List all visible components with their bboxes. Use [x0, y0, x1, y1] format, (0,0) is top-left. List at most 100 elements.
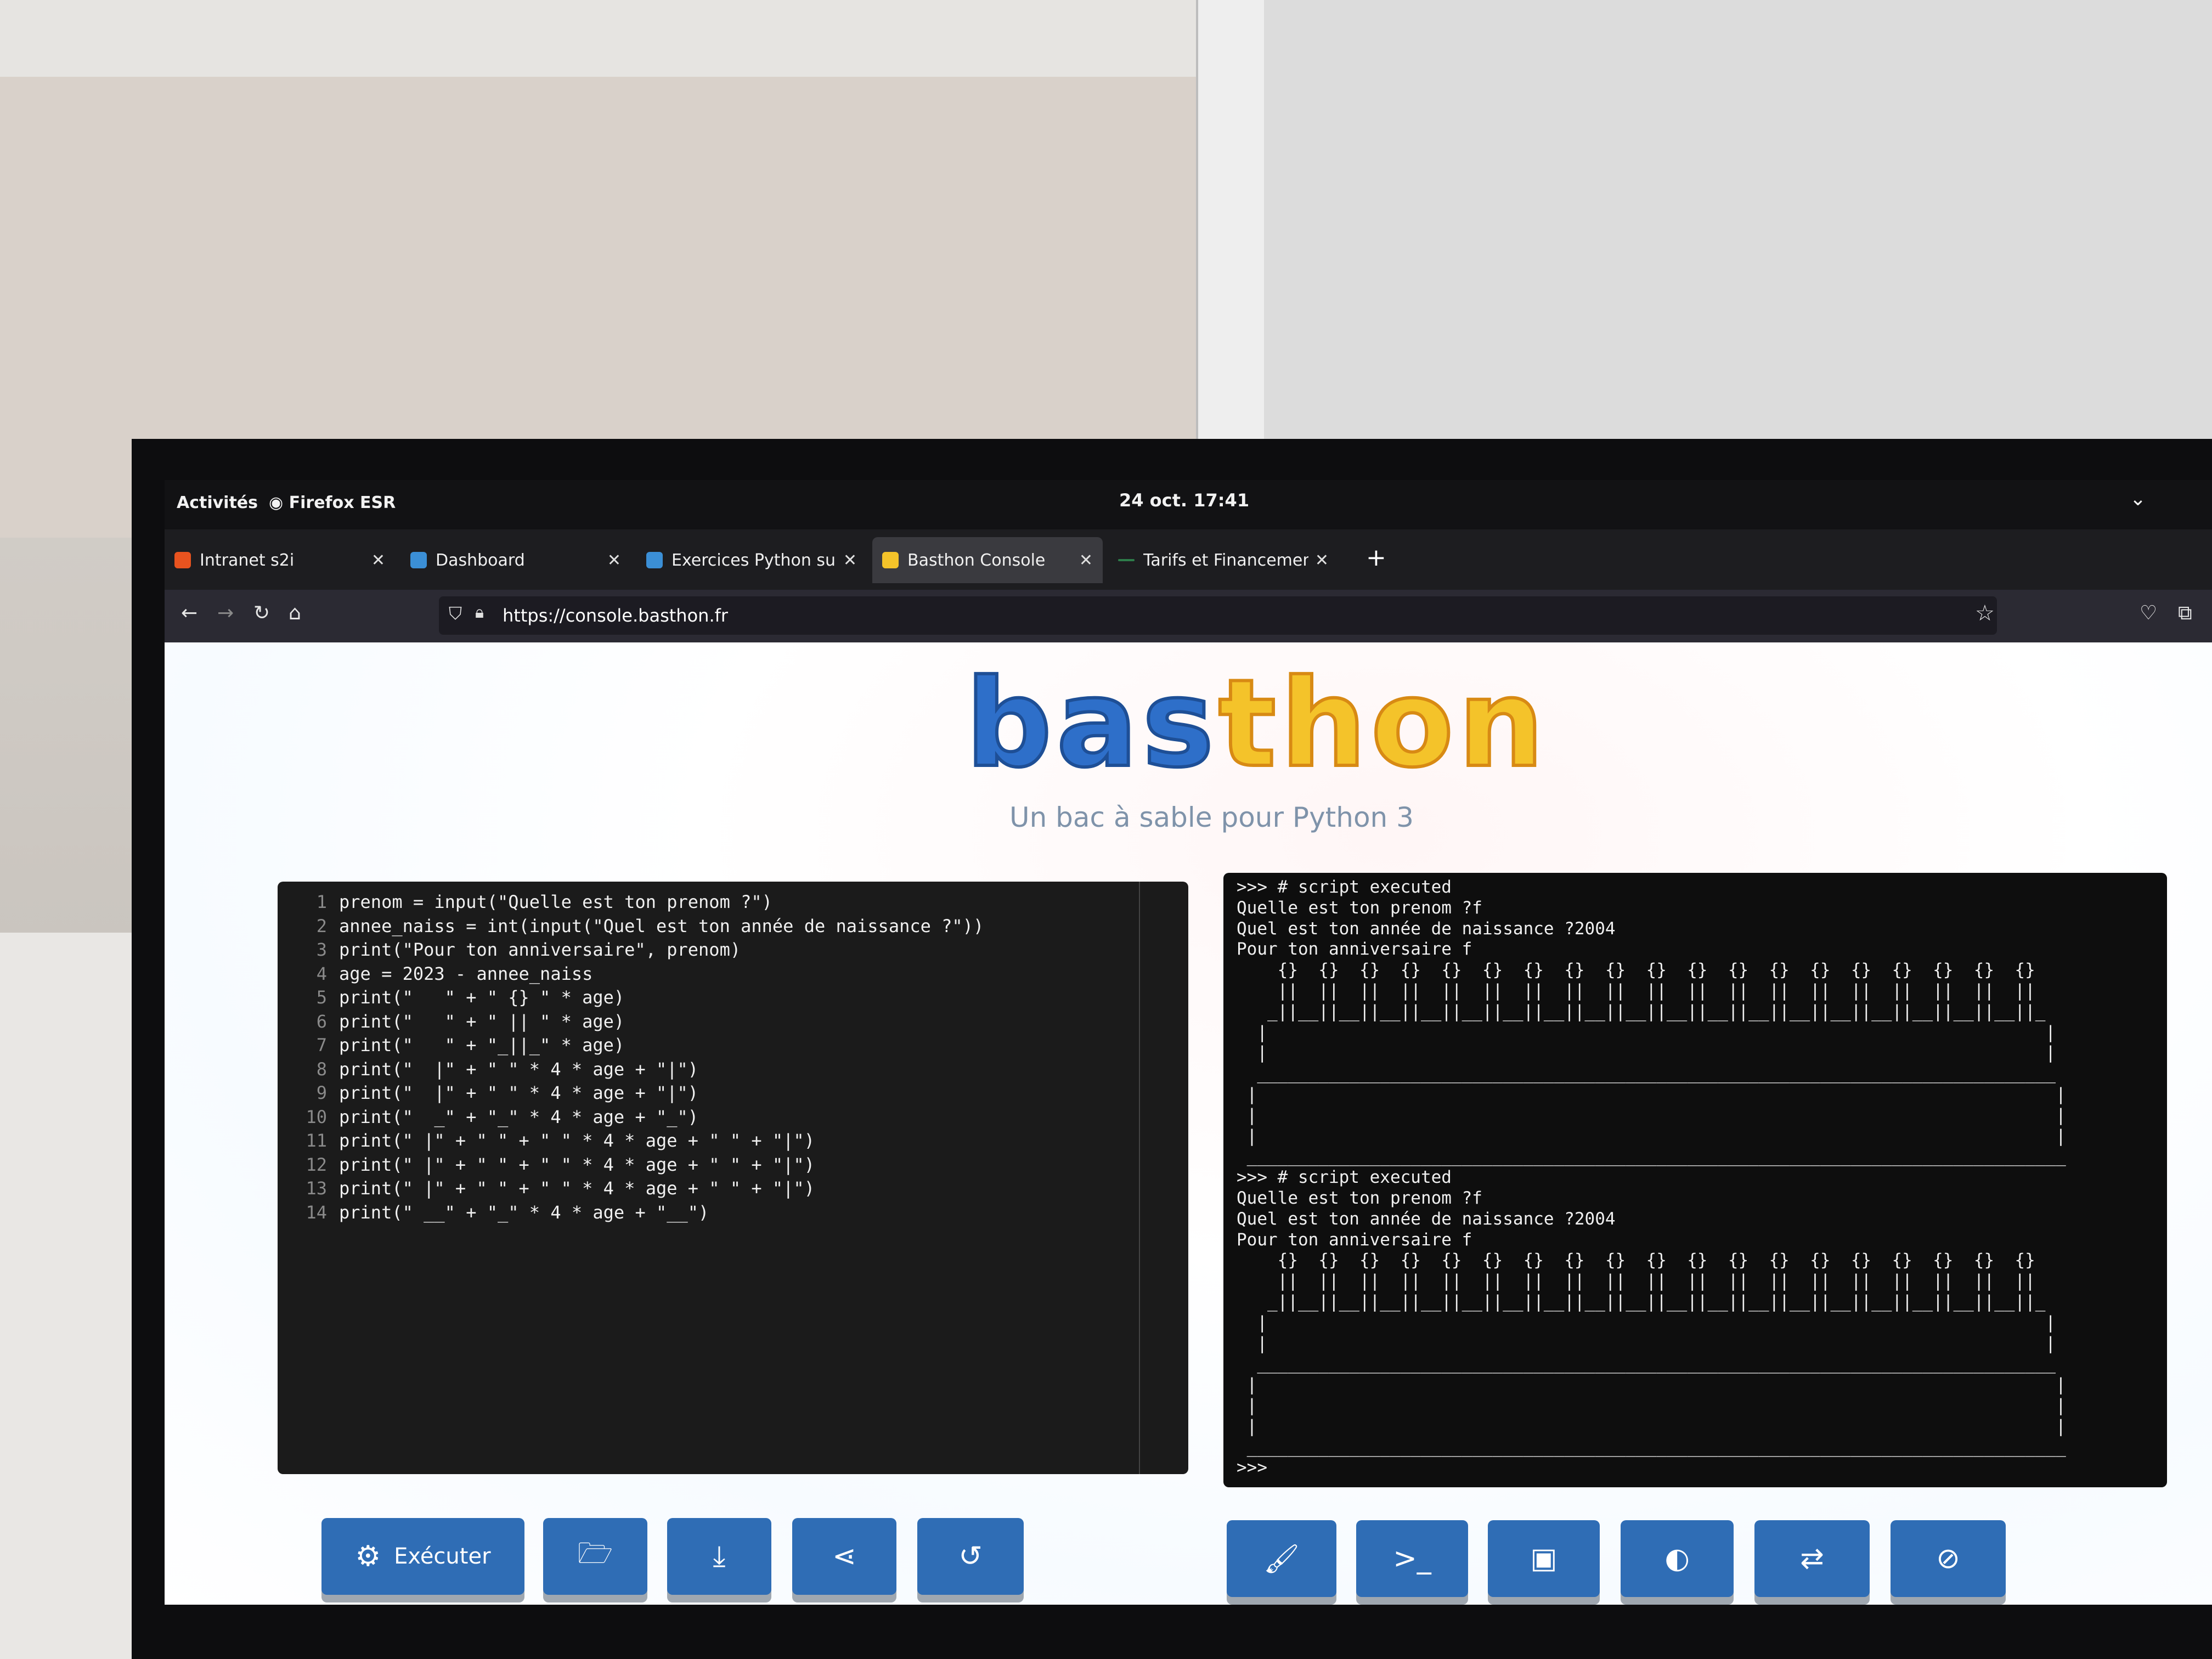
tab-exercices[interactable]: Exercices Python sur les v ✕ — [636, 537, 867, 583]
python-favicon-icon — [882, 552, 899, 568]
close-tab-icon[interactable]: ✕ — [1079, 551, 1093, 570]
close-tab-icon[interactable]: ✕ — [371, 551, 385, 570]
console-line: | | — [1237, 1312, 2056, 1333]
console-line: Quel est ton année de naissance ?2004 — [1237, 1209, 1616, 1229]
share-button[interactable]: ⋖ — [792, 1518, 896, 1595]
tab-basthon-console[interactable]: Basthon Console ✕ — [872, 537, 1103, 583]
console-line: | | — [1237, 1126, 2066, 1146]
console-line: | | — [1237, 1105, 2066, 1125]
bookmark-star-icon[interactable]: ☆ — [1975, 601, 1995, 626]
new-tab-icon[interactable]: + — [1366, 544, 1386, 572]
line-number: 6 — [316, 1011, 327, 1032]
system-menu-chevron-icon[interactable]: ⌄ — [2130, 488, 2146, 510]
console-line: ________________________________________… — [1237, 1064, 2056, 1084]
close-tab-icon[interactable]: ✕ — [607, 551, 621, 570]
console-line: >>> # script executed — [1237, 1167, 1452, 1188]
url-text[interactable]: https://console.basthon.fr — [503, 605, 728, 626]
code-text: print(" __" + "_" * 4 * age + "__") — [339, 1201, 709, 1223]
run-button[interactable]: ⚙ Exécuter — [321, 1518, 524, 1595]
console-line: Pour ton anniversaire f — [1237, 939, 1472, 960]
tab-tarifs[interactable]: Tarifs et Financements - E ✕ — [1108, 537, 1339, 583]
console-line: Quelle est ton prenom ?f — [1237, 1188, 1482, 1208]
lock-icon[interactable]: 🔒︎ — [475, 603, 484, 622]
dashboard-favicon-icon — [410, 552, 427, 568]
activities-button[interactable]: Activités — [177, 493, 258, 512]
reload-icon[interactable]: ↻ — [253, 602, 270, 624]
clear-console-button[interactable]: 🖌︎ — [1227, 1520, 1336, 1597]
close-tab-icon[interactable]: ✕ — [1315, 551, 1329, 570]
code-line[interactable]: 11 print(" |" + " " + " " * 4 * age + " "… — [278, 1130, 814, 1154]
home-icon[interactable]: ⌂ — [289, 602, 301, 624]
tagline: Un bac à sable pour Python 3 — [1009, 802, 1414, 833]
tab-intranet[interactable]: Intranet s2i ✕ — [165, 537, 395, 583]
contrast-icon: ◐ — [1664, 1542, 1690, 1575]
exercices-favicon-icon — [646, 552, 663, 568]
eye-slash-icon: ⊘ — [1936, 1542, 1960, 1575]
tracking-shield-icon[interactable]: ⛉ — [449, 603, 462, 624]
reset-button[interactable]: ↺ — [917, 1518, 1024, 1595]
graphics-view-button[interactable]: ▣ — [1488, 1520, 1600, 1597]
console-line: ________________________________________… — [1237, 1147, 2066, 1167]
console-line: || || || || || || || || || || || || || |… — [1237, 981, 2035, 1001]
navigation-bar: ← → ↻ ⌂ ⛉ 🔒︎ https://console.basthon.fr … — [165, 590, 2212, 642]
tab-label: Intranet s2i — [200, 550, 295, 570]
console-line: _||__||__||__||__||__||__||__||__||__||_… — [1237, 1001, 2046, 1022]
code-line[interactable]: 5 print(" " + " {} " * age) — [278, 987, 624, 1011]
swap-layout-button[interactable]: ⇄ — [1754, 1520, 1870, 1597]
code-line[interactable]: 1 prenom = input("Quelle est ton prenom ?… — [278, 891, 772, 916]
console-line: Pour ton anniversaire f — [1237, 1229, 1472, 1250]
code-line[interactable]: 9 print(" |" + " " * 4 * age + "|") — [278, 1082, 698, 1107]
tarifs-favicon-icon — [1118, 559, 1135, 561]
code-line[interactable]: 2 annee_naiss = int(input("Quel est ton a… — [278, 916, 984, 940]
swap-icon: ⇄ — [1800, 1542, 1824, 1575]
gears-icon: ⚙ — [355, 1540, 381, 1573]
download-button[interactable]: ⤓ — [667, 1518, 771, 1595]
tab-label: Tarifs et Financements - E — [1143, 550, 1308, 570]
back-icon[interactable]: ← — [181, 602, 198, 624]
basthon-logo: basthon — [964, 652, 1549, 795]
theme-toggle-button[interactable]: ◐ — [1621, 1520, 1734, 1597]
code-text: age = 2023 - annee_naiss — [339, 963, 593, 984]
code-line[interactable]: 3 print("Pour ton anniversaire", prenom) — [278, 939, 741, 963]
tab-dashboard[interactable]: Dashboard ✕ — [400, 537, 631, 583]
url-bar[interactable]: ⛉ 🔒︎ https://console.basthon.fr — [439, 596, 1997, 635]
console-line: | | — [1237, 1043, 2056, 1063]
python-console[interactable]: >>> # script executed Quelle est ton pren… — [1223, 873, 2167, 1487]
code-line[interactable]: 10 print(" _" + "_" * 4 * age + "_") — [278, 1107, 698, 1131]
code-editor[interactable]: 1 prenom = input("Quelle est ton prenom ?… — [278, 882, 1188, 1474]
undo-icon: ↺ — [958, 1540, 983, 1573]
code-line[interactable]: 4 age = 2023 - annee_naiss — [278, 963, 593, 988]
clock[interactable]: 24 oct. 17:41 — [1119, 490, 1249, 511]
code-line[interactable]: 6 print(" " + " || " * age) — [278, 1011, 624, 1035]
console-line: | | — [1237, 1396, 2066, 1415]
console-line: ________________________________________… — [1237, 1354, 2056, 1374]
image-icon: ▣ — [1530, 1542, 1558, 1575]
close-tab-icon[interactable]: ✕ — [843, 551, 857, 570]
code-text: print(" |" + " " * 4 * age + "|") — [339, 1082, 699, 1103]
code-text: print(" _" + "_" * 4 * age + "_") — [339, 1106, 699, 1127]
console-line: | | — [1237, 1022, 2056, 1042]
open-file-button[interactable]: 🗁 — [543, 1518, 647, 1595]
hide-editor-button[interactable]: ⊘ — [1891, 1520, 2006, 1597]
code-line[interactable]: 13 print(" |" + " " + " " * 4 * age + " "… — [278, 1178, 815, 1202]
line-number: 3 — [316, 939, 327, 960]
console-line: Quel est ton année de naissance ?2004 — [1237, 918, 1616, 939]
extensions-icon[interactable]: ⧉ — [2178, 602, 2192, 625]
line-number: 7 — [316, 1035, 327, 1056]
line-number: 13 — [306, 1178, 327, 1199]
app-menu-firefox[interactable]: ◉ Firefox ESR — [269, 493, 396, 512]
broom-icon: 🖌︎ — [1263, 1542, 1300, 1576]
console-line: Quelle est ton prenom ?f — [1237, 898, 1482, 918]
gitlab-favicon-icon — [174, 552, 191, 568]
code-text: print("Pour ton anniversaire", prenom) — [339, 939, 741, 960]
forward-icon[interactable]: → — [217, 602, 234, 624]
pocket-icon[interactable]: ♡ — [2140, 602, 2157, 624]
code-line[interactable]: 14 print(" __" + "_" * 4 * age + "__") — [278, 1202, 709, 1226]
code-line[interactable]: 8 print(" |" + " " * 4 * age + "|") — [278, 1059, 698, 1083]
code-text: print(" " + " || " * age) — [339, 1011, 625, 1032]
console-view-button[interactable]: >_ — [1356, 1520, 1468, 1597]
code-line[interactable]: 7 print(" " + "_||_" * age) — [278, 1035, 624, 1059]
code-text: print(" |" + " " + " " * 4 * age + " " +… — [339, 1178, 815, 1199]
code-line[interactable]: 12 print(" |" + " " + " " * 4 * age + " "… — [278, 1154, 814, 1178]
line-number: 10 — [306, 1106, 327, 1127]
